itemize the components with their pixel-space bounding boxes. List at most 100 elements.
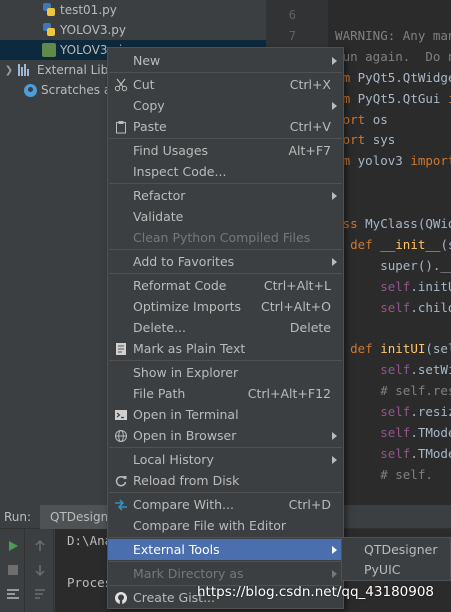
submenu-item-qtdesigner[interactable]: QTDesigner [342, 539, 450, 559]
menu-item-shortcut: Delete [289, 320, 331, 335]
menu-item-label: Refactor [133, 188, 186, 203]
menu-item-refactor[interactable]: Refactor [108, 185, 343, 206]
run-icon[interactable] [6, 539, 20, 553]
code-line: class MyClass(QWidget): [328, 213, 451, 234]
arrow-down-icon[interactable] [33, 563, 47, 577]
reload-icon [114, 474, 128, 488]
submenu-arrow-icon [332, 191, 337, 200]
code-line: self.childen() [328, 297, 451, 318]
menu-item-cut[interactable]: Cut Ctrl+X [108, 74, 343, 95]
menu-item-add-to-favorites[interactable]: Add to Favorites [108, 251, 343, 272]
menu-item-external-tools[interactable]: External Tools [108, 539, 343, 560]
arrow-up-icon[interactable] [33, 539, 47, 553]
line-number: 7 [288, 29, 296, 43]
soft-wrap-icon[interactable] [33, 587, 47, 601]
menu-item-file-path[interactable]: File Path Ctrl+Alt+F12 [108, 383, 343, 404]
menu-item-reformat-code[interactable]: Reformat Code Ctrl+Alt+L [108, 275, 343, 296]
menu-item-label: Show in Explorer [133, 365, 239, 380]
submenu-item-label: QTDesigner [364, 541, 438, 557]
code-line: self.TModel [328, 443, 451, 464]
watermark: https://blog.csdn.net/qq_43180908 [197, 584, 435, 600]
code-token: .TModel [410, 425, 451, 440]
menu-item-label: Open in Terminal [133, 407, 239, 422]
plain-text-icon [114, 342, 128, 356]
python-file-icon [42, 3, 56, 17]
menu-item-open-in-terminal[interactable]: Open in Terminal [108, 404, 343, 425]
menu-item-label: Inspect Code... [133, 164, 227, 179]
code-line: self.setWindowTitle( [328, 359, 451, 380]
menu-item-local-history[interactable]: Local History [108, 449, 343, 470]
menu-item-label: Optimize Imports [133, 299, 242, 314]
submenu-item-pyuic[interactable]: PyUIC [342, 559, 450, 579]
code-token: os [372, 111, 388, 127]
context-menu: New Cut Ctrl+X Copy Paste Ctrl+V Find Usages Al… [107, 47, 344, 609]
menu-item-shortcut: Ctrl+D [288, 497, 331, 512]
menu-item-label: File Path [133, 386, 186, 401]
github-icon [114, 591, 128, 605]
code-token: .TModel [410, 445, 451, 461]
menu-separator [109, 561, 342, 562]
code-token: __init__ [380, 236, 441, 252]
menu-item-shortcut: Ctrl+Alt+F12 [247, 386, 331, 401]
menu-item-label: Clean Python Compiled Files [133, 230, 311, 245]
tree-item-label: test01.py [60, 3, 117, 17]
menu-separator [109, 492, 342, 493]
menu-item-label: New [133, 53, 161, 68]
code-token: .initUI() [410, 278, 451, 294]
code-token: .setWindowTitle( [410, 362, 451, 378]
submenu-arrow-icon [332, 545, 337, 554]
menu-separator [109, 537, 342, 538]
menu-item-compare-file-with-editor[interactable]: Compare File with Editor [108, 515, 343, 536]
code-token: PyQt5.QtWidgets [357, 69, 451, 85]
tree-item-test01[interactable]: test01.py [0, 0, 266, 20]
code-token: self [380, 425, 411, 440]
menu-item-shortcut: Ctrl+Alt+L [263, 278, 331, 293]
menu-item-label: Mark Directory as [133, 566, 244, 581]
menu-item-shortcut: Ctrl+V [289, 119, 331, 134]
menu-item-delete[interactable]: Delete... Delete [108, 317, 343, 338]
menu-item-reload-from-disk[interactable]: Reload from Disk [108, 470, 343, 491]
menu-item-paste[interactable]: Paste Ctrl+V [108, 116, 343, 137]
run-toolbar [0, 529, 25, 612]
code-token: self [380, 278, 411, 294]
tree-item-label: YOLOV3.py [60, 23, 126, 37]
code-token: MyClass(QWidget): [365, 216, 451, 231]
menu-item-clean-python-compiled-files: Clean Python Compiled Files [108, 227, 343, 248]
code-line: from yolov3 import [328, 150, 451, 171]
menu-item-inspect-code[interactable]: Inspect Code... [108, 161, 343, 182]
ui-file-icon [42, 43, 56, 57]
menu-item-validate[interactable]: Validate [108, 206, 343, 227]
menu-item-optimize-imports[interactable]: Optimize Imports Ctrl+Alt+O [108, 296, 343, 317]
stop-icon[interactable] [6, 563, 20, 577]
layout-icon[interactable] [6, 587, 20, 601]
menu-item-copy[interactable]: Copy [108, 95, 343, 116]
menu-item-find-usages[interactable]: Find Usages Alt+F7 [108, 140, 343, 161]
chevron-right-icon[interactable]: ❯ [4, 65, 14, 76]
menu-item-compare-with[interactable]: Compare With... Ctrl+D [108, 494, 343, 515]
code-token: .childen() [410, 299, 451, 315]
code-editor[interactable]: ## WARNING: Any manual changes made to t… [328, 0, 451, 505]
menu-item-shortcut: Ctrl+X [289, 77, 331, 92]
menu-item-label: Delete... [133, 320, 186, 335]
code-token: # run again. Do not edit this file unles… [335, 48, 451, 64]
menu-item-label: Compare With... [133, 497, 234, 512]
tree-item-yolov3-py[interactable]: YOLOV3.py [0, 20, 266, 40]
menu-item-open-in-browser[interactable]: Open in Browser [108, 425, 343, 446]
menu-item-label: Find Usages [133, 143, 209, 158]
compare-icon [114, 498, 128, 512]
code-line: super().__init__() [328, 255, 451, 276]
menu-item-label: Mark as Plain Text [133, 341, 246, 356]
menu-separator [109, 138, 342, 139]
menu-item-show-in-explorer[interactable]: Show in Explorer [108, 362, 343, 383]
menu-item-shortcut: Alt+F7 [288, 143, 331, 158]
library-icon [18, 64, 32, 76]
code-token: sys [372, 132, 396, 148]
code-token: import [410, 153, 451, 169]
menu-item-shortcut: Ctrl+Alt+O [261, 299, 331, 314]
code-token: PyQt5.QtGui [357, 90, 448, 106]
menu-item-mark-as-plain-text[interactable]: Mark as Plain Text [108, 338, 343, 359]
code-token: # self.resize( [380, 383, 451, 399]
menu-item-new[interactable]: New [108, 50, 343, 71]
submenu-item-label: PyUIC [364, 561, 401, 577]
code-token: initUI [380, 341, 426, 357]
